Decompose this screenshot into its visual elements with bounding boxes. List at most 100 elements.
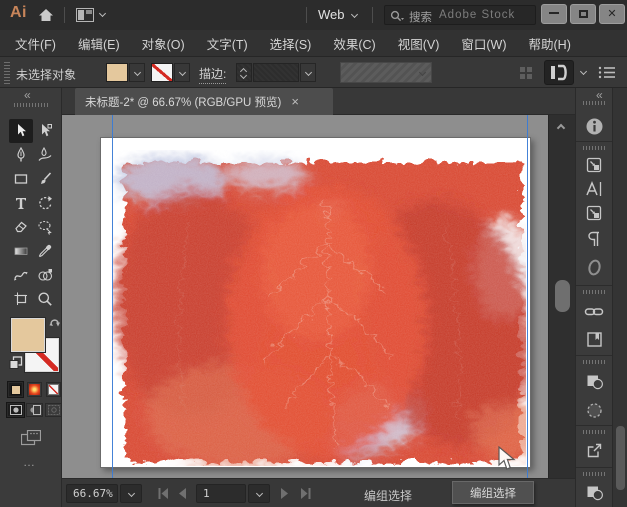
last-artboard-icon bbox=[300, 488, 311, 499]
chevron-down-icon[interactable] bbox=[351, 11, 358, 18]
menu-list-icon[interactable] bbox=[598, 65, 616, 80]
stroke-weight-stepper[interactable] bbox=[236, 63, 252, 82]
pen-tool[interactable] bbox=[9, 143, 33, 167]
none-mode-button[interactable] bbox=[46, 382, 61, 397]
panel-layout-button[interactable] bbox=[544, 60, 574, 85]
home-icon[interactable] bbox=[38, 7, 54, 23]
opentype-icon bbox=[585, 258, 604, 277]
chevron-down-icon[interactable] bbox=[99, 10, 106, 17]
zoom-tool[interactable] bbox=[33, 287, 57, 311]
menu-effect[interactable]: 效果(C) bbox=[322, 34, 386, 53]
menu-window[interactable]: 窗口(W) bbox=[450, 34, 517, 53]
swap-fill-stroke-icon[interactable] bbox=[49, 316, 61, 328]
document-tab[interactable]: 未标题-2* @ 66.67% (RGB/GPU 预览) × bbox=[75, 88, 333, 115]
panel-grip[interactable] bbox=[583, 430, 605, 434]
pathfinder-panel-button[interactable] bbox=[584, 371, 604, 391]
selection-arrow-icon bbox=[13, 123, 29, 139]
artboards-panel-button[interactable] bbox=[584, 329, 604, 349]
export-panel-button[interactable] bbox=[584, 440, 604, 460]
fill-color-dropdown[interactable] bbox=[129, 63, 145, 82]
artboard-dropdown[interactable] bbox=[248, 484, 270, 503]
symbols-panel-button[interactable] bbox=[584, 155, 604, 175]
maximize-button[interactable] bbox=[570, 4, 596, 24]
lasso-tool[interactable] bbox=[33, 215, 57, 239]
graphic-styles-panel-button[interactable] bbox=[584, 203, 604, 223]
eyedropper-tool[interactable] bbox=[33, 239, 57, 263]
leaf-artwork-image[interactable] bbox=[113, 150, 526, 466]
paintbrush-tool[interactable] bbox=[33, 167, 57, 191]
shape-builder-tool[interactable] bbox=[33, 263, 57, 287]
type-tool[interactable] bbox=[9, 191, 33, 215]
links-panel-button[interactable] bbox=[584, 301, 604, 321]
graphic-styles-icon bbox=[585, 204, 604, 223]
zoom-level-dropdown[interactable] bbox=[120, 484, 142, 503]
artboard-tool[interactable] bbox=[9, 287, 33, 311]
direct-selection-tool[interactable] bbox=[33, 119, 57, 143]
stroke-weight-dropdown[interactable] bbox=[300, 63, 316, 82]
scrollbar-thumb[interactable] bbox=[616, 426, 625, 490]
gradient-mode-button[interactable] bbox=[27, 382, 42, 397]
close-button[interactable]: ✕ bbox=[599, 4, 625, 24]
menu-help[interactable]: 帮助(H) bbox=[518, 34, 582, 53]
eraser-tool[interactable] bbox=[9, 215, 33, 239]
zoom-level-field[interactable]: 66.67% bbox=[66, 484, 118, 503]
transparency-panel-button[interactable] bbox=[584, 400, 604, 420]
panel-grip[interactable] bbox=[14, 103, 48, 107]
none-swatch-icon bbox=[48, 384, 59, 395]
draw-normal-button[interactable] bbox=[7, 403, 24, 417]
panel-grip[interactable] bbox=[583, 146, 605, 150]
character-panel-button[interactable] bbox=[584, 179, 604, 199]
canvas-viewport[interactable] bbox=[62, 115, 548, 478]
canvas-vertical-scrollbar[interactable] bbox=[548, 115, 575, 478]
stroke-color-swatch[interactable] bbox=[151, 63, 173, 82]
collapse-dock-button[interactable]: « bbox=[596, 90, 603, 100]
menu-edit[interactable]: 编辑(E) bbox=[67, 34, 131, 53]
scroll-up-icon[interactable] bbox=[557, 124, 565, 132]
panel-grip[interactable] bbox=[583, 360, 605, 364]
pathfinder-panel-button-2[interactable] bbox=[584, 482, 604, 502]
gradient-tool[interactable] bbox=[9, 239, 33, 263]
menu-object[interactable]: 对象(O) bbox=[131, 34, 196, 53]
default-fill-stroke-icon[interactable] bbox=[9, 356, 23, 370]
artboard-number-field[interactable]: 1 bbox=[196, 484, 246, 503]
puppet-warp-tool[interactable] bbox=[9, 263, 33, 287]
fill-proxy-swatch[interactable] bbox=[11, 318, 45, 352]
rotate-tool[interactable] bbox=[33, 191, 57, 215]
fill-color-swatch[interactable] bbox=[106, 63, 128, 82]
rectangle-tool[interactable] bbox=[9, 167, 33, 191]
collapse-panel-button[interactable]: « bbox=[24, 90, 31, 100]
ruler-guide-right[interactable] bbox=[527, 115, 528, 478]
panel-grip[interactable] bbox=[4, 62, 10, 84]
workspace-switcher-icon[interactable] bbox=[76, 8, 94, 22]
draw-behind-button[interactable] bbox=[26, 403, 43, 417]
edit-toolbar-button[interactable]: … bbox=[23, 455, 37, 469]
info-panel-button[interactable] bbox=[584, 116, 604, 136]
menu-select[interactable]: 选择(S) bbox=[259, 34, 323, 53]
selection-tool[interactable] bbox=[9, 119, 33, 143]
minimize-button[interactable] bbox=[541, 4, 567, 24]
panel-grip[interactable] bbox=[583, 472, 605, 476]
panel-grip[interactable] bbox=[583, 290, 605, 294]
ruler-guide-left[interactable] bbox=[112, 115, 113, 478]
stroke-weight-field[interactable] bbox=[253, 63, 299, 82]
opentype-panel-button[interactable] bbox=[584, 257, 604, 277]
stroke-color-dropdown[interactable] bbox=[174, 63, 190, 82]
curvature-tool[interactable] bbox=[33, 143, 57, 167]
dock-scrollbar[interactable] bbox=[612, 88, 627, 507]
chevron-down-icon[interactable] bbox=[580, 68, 587, 75]
menu-view[interactable]: 视图(V) bbox=[387, 34, 451, 53]
menu-type[interactable]: 文字(T) bbox=[196, 34, 259, 53]
artboard-icon bbox=[13, 291, 29, 307]
color-mode-button[interactable] bbox=[8, 382, 23, 397]
screen-mode-icon[interactable] bbox=[21, 430, 41, 447]
workspace-name[interactable]: Web bbox=[318, 7, 345, 22]
stroke-weight-label[interactable]: 描边: bbox=[199, 65, 226, 84]
stock-search-input[interactable]: 搜索 Adobe Stock bbox=[384, 5, 536, 25]
pathfinder-icon bbox=[585, 372, 604, 391]
pathfinder-icon bbox=[585, 483, 604, 502]
paragraph-panel-button[interactable] bbox=[584, 229, 604, 249]
tab-close-icon[interactable]: × bbox=[291, 95, 299, 108]
scrollbar-thumb[interactable] bbox=[555, 280, 570, 312]
menu-file[interactable]: 文件(F) bbox=[4, 34, 67, 53]
panel-grip[interactable] bbox=[583, 101, 605, 105]
